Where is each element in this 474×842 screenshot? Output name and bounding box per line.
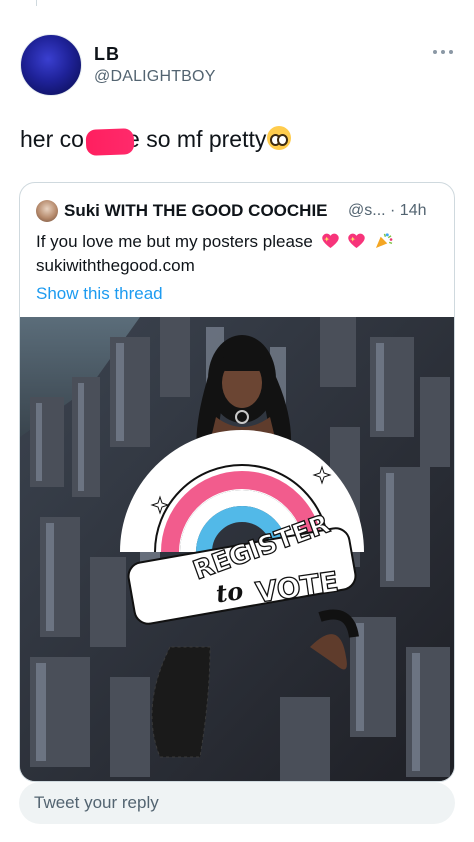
quoted-author-handle-time: @s... · 14h: [348, 202, 427, 220]
quoted-tweet-card[interactable]: Suki WITH THE GOOD COOCHIE @s... · 14h I…: [19, 182, 455, 782]
author-display-name[interactable]: LB: [94, 44, 120, 65]
pleading-face-emoji-icon: [267, 126, 292, 150]
tweet-text-end: ie so mf pretty: [121, 126, 267, 152]
tweet-header: LB @DALIGHTBOY: [18, 34, 458, 98]
more-options-icon[interactable]: [430, 44, 456, 60]
sparkling-heart-icon: [321, 233, 339, 249]
quoted-tweet-time: · 14h: [390, 202, 427, 219]
reply-placeholder: Tweet your reply: [34, 793, 159, 812]
quoted-author-display-name: Suki WITH THE GOOD COOCHIE: [64, 201, 328, 220]
quoted-text-line1: If you love me but my posters please: [36, 232, 313, 251]
city-poster-graphic: REGISTER to VOTE: [20, 317, 454, 781]
quoted-tweet-link[interactable]: sukiwiththegood.com: [36, 256, 195, 276]
quoted-author-handle: @s...: [348, 202, 386, 219]
tweet-text-start: her co: [20, 126, 84, 152]
reply-input[interactable]: Tweet your reply: [19, 782, 455, 824]
tweet-text: her co ie so mf pretty: [20, 126, 292, 153]
avatar[interactable]: [20, 34, 82, 96]
sticker-to-text: to: [214, 576, 245, 608]
top-divider-tick: [36, 0, 37, 6]
show-thread-link[interactable]: Show this thread: [36, 284, 163, 304]
sparkling-heart-icon: [348, 233, 366, 249]
redaction-mark: [85, 128, 135, 156]
quoted-author-avatar: [36, 200, 58, 222]
author-handle[interactable]: @DALIGHTBOY: [94, 68, 216, 86]
party-popper-icon: [376, 233, 393, 249]
quoted-tweet-text-line1: If you love me but my posters please: [36, 232, 393, 252]
quoted-tweet-image[interactable]: REGISTER to VOTE: [20, 317, 454, 781]
